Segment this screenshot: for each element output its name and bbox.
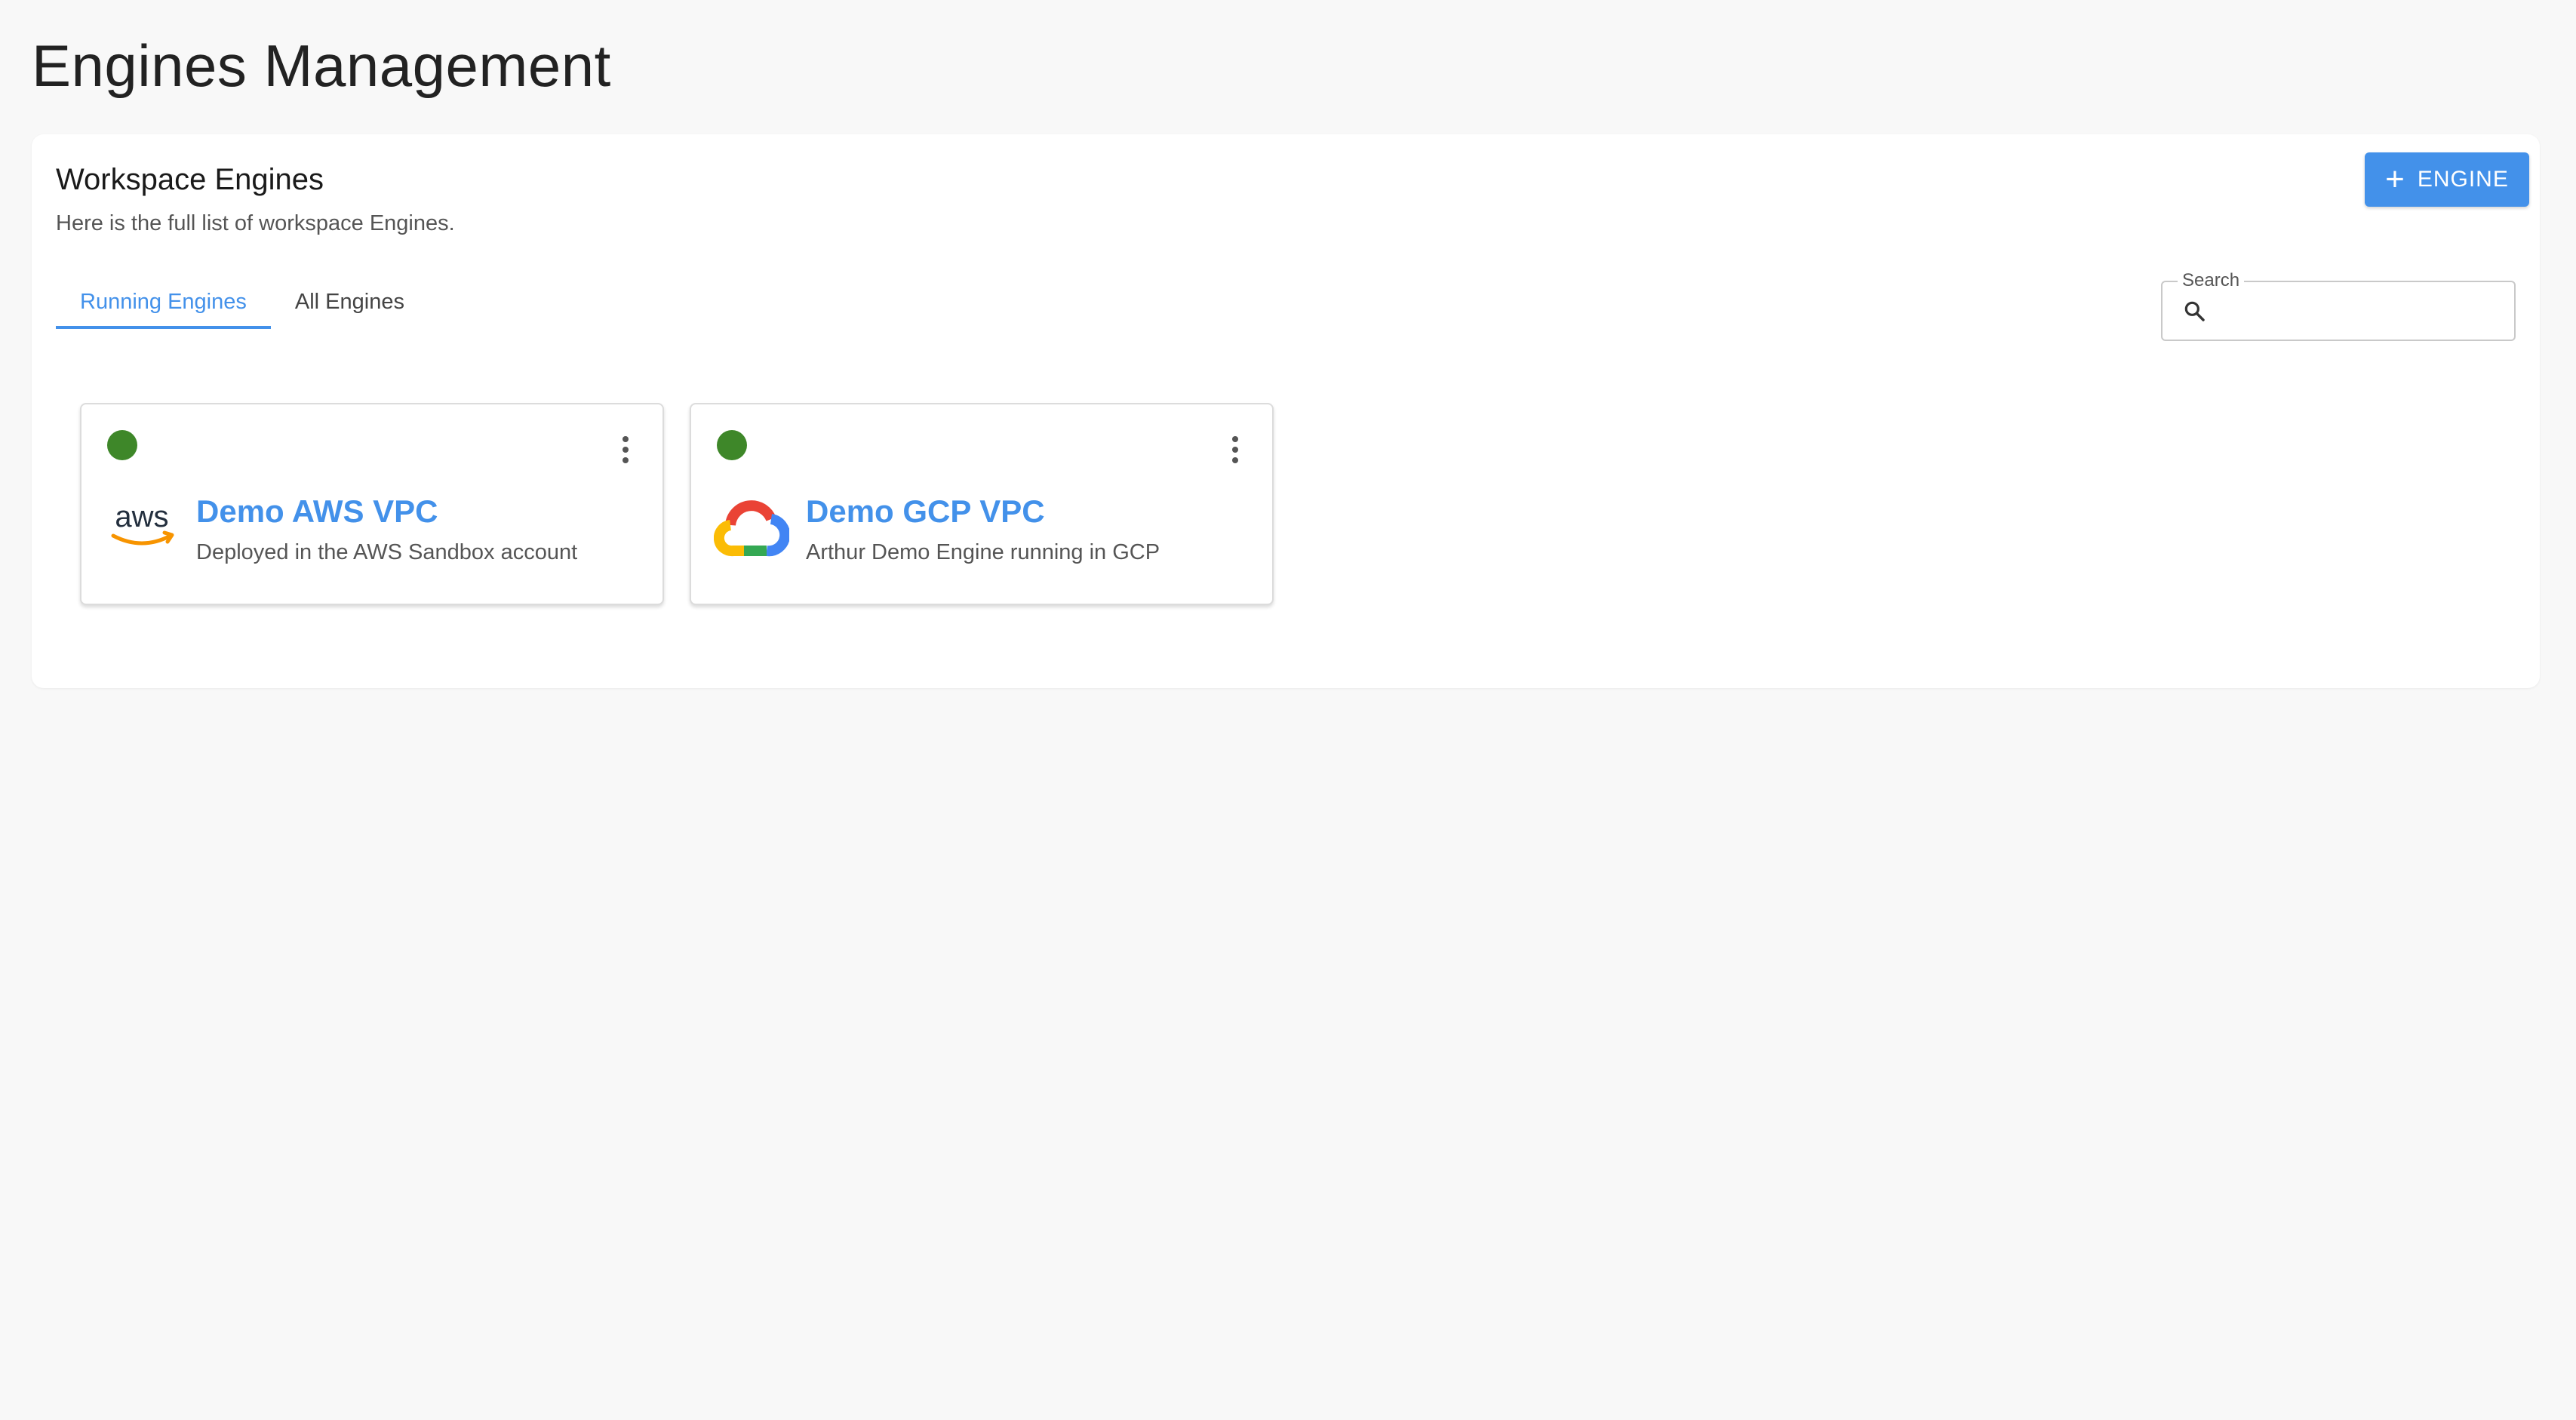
tab-running-engines[interactable]: Running Engines bbox=[56, 275, 271, 329]
panel-subtitle: Here is the full list of workspace Engin… bbox=[56, 211, 455, 235]
add-engine-button-label: ENGINE bbox=[2417, 167, 2509, 192]
search-label: Search bbox=[2178, 270, 2245, 291]
engine-card-aws[interactable]: aws Demo AWS VPC Deployed in the AWS San… bbox=[80, 403, 664, 605]
engine-tabs: Running Engines All Engines bbox=[56, 275, 429, 329]
aws-logo-icon: aws bbox=[111, 500, 174, 546]
google-cloud-logo-icon bbox=[714, 500, 789, 557]
panel-title: Workspace Engines bbox=[56, 163, 324, 196]
status-indicator bbox=[717, 430, 747, 460]
engine-description: Arthur Demo Engine running in GCP bbox=[806, 540, 1160, 564]
search-icon bbox=[2184, 301, 2205, 321]
tab-all-engines[interactable]: All Engines bbox=[271, 275, 429, 329]
engine-name[interactable]: Demo AWS VPC bbox=[196, 493, 438, 530]
more-options-icon[interactable] bbox=[622, 436, 629, 463]
add-engine-button[interactable]: + ENGINE bbox=[2365, 152, 2529, 207]
workspace-engines-panel: Workspace Engines Here is the full list … bbox=[32, 134, 2540, 688]
engine-name[interactable]: Demo GCP VPC bbox=[806, 493, 1045, 530]
search-input[interactable] bbox=[2217, 291, 2504, 330]
search-field[interactable]: Search bbox=[2161, 270, 2516, 341]
engine-description: Deployed in the AWS Sandbox account bbox=[196, 540, 578, 564]
engine-card-list: aws Demo AWS VPC Deployed in the AWS San… bbox=[80, 403, 1274, 605]
status-indicator bbox=[107, 430, 137, 460]
page-title: Engines Management bbox=[32, 32, 611, 99]
svg-text:aws: aws bbox=[115, 500, 168, 533]
engine-card-gcp[interactable]: Demo GCP VPC Arthur Demo Engine running … bbox=[690, 403, 1274, 605]
more-options-icon[interactable] bbox=[1231, 436, 1239, 463]
plus-icon: + bbox=[2385, 161, 2405, 198]
